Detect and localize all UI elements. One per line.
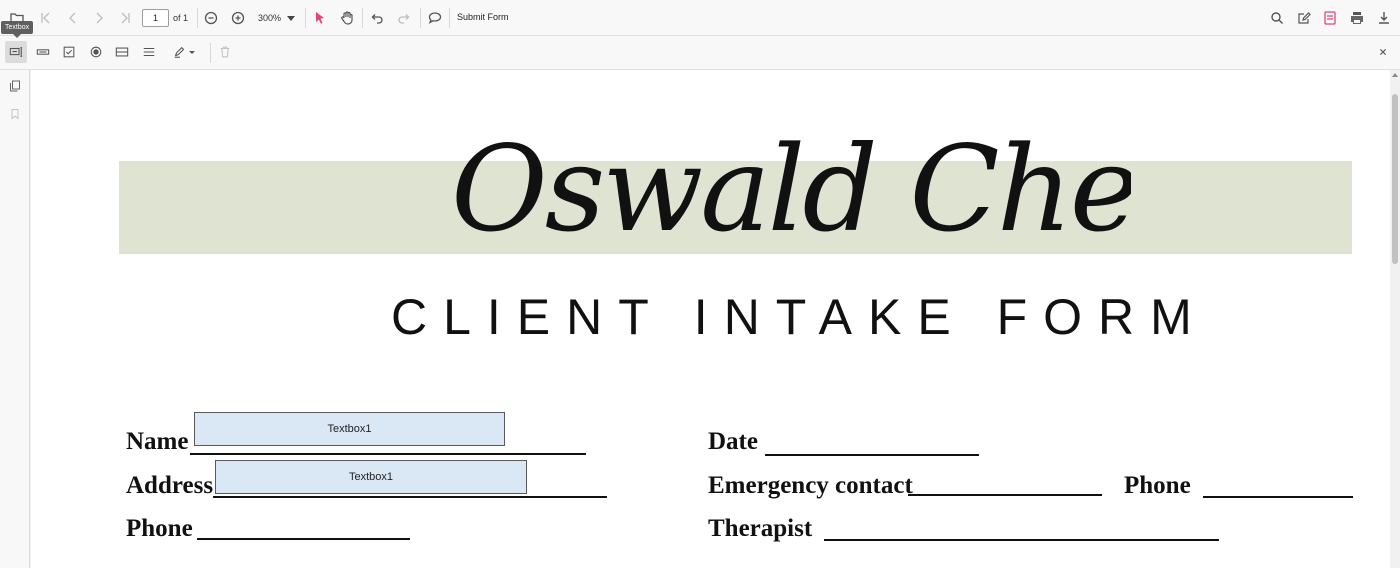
phone-right-underline <box>1203 496 1353 498</box>
emergency-contact-underline <box>908 494 1102 496</box>
vertical-scrollbar[interactable] <box>1390 70 1400 568</box>
phone-right-label: Phone <box>1124 472 1191 499</box>
date-label: Date <box>708 428 758 455</box>
comment-icon[interactable] <box>424 7 446 29</box>
form-designer-icon[interactable] <box>1319 7 1341 29</box>
next-page-icon[interactable] <box>88 7 110 29</box>
address-textbox[interactable]: Textbox1 <box>215 460 527 494</box>
redo-icon[interactable] <box>393 7 415 29</box>
signature-field-dropdown[interactable] <box>170 41 198 63</box>
list-box-field-icon[interactable] <box>138 41 160 63</box>
radio-button-field-icon[interactable] <box>85 41 107 63</box>
delete-icon[interactable] <box>214 41 236 63</box>
name-textbox[interactable]: Textbox1 <box>194 412 505 446</box>
zoom-out-icon[interactable] <box>200 7 222 29</box>
zoom-value: 300% <box>258 13 282 23</box>
phone-left-underline <box>197 538 410 540</box>
selection-tool-icon[interactable] <box>309 7 331 29</box>
therapist-underline <box>824 539 1219 541</box>
signature-pen-icon <box>174 46 185 58</box>
name-label: Name <box>126 428 189 455</box>
name-underline <box>190 453 586 455</box>
address-label: Address <box>126 472 214 499</box>
textbox-tooltip: Textbox <box>1 21 34 38</box>
signature-name-graphic: Oswald Chen <box>451 120 1131 258</box>
undo-icon[interactable] <box>366 7 388 29</box>
scroll-up-arrow-icon[interactable] <box>1392 73 1398 77</box>
edit-annotation-icon[interactable] <box>1293 7 1315 29</box>
form-title: CLIENT INTAKE FORM <box>391 289 1208 345</box>
chevron-down-icon <box>189 50 195 54</box>
toolbar-divider <box>197 8 198 28</box>
toolbar-divider <box>362 8 363 28</box>
document-viewer[interactable]: Oswald Chen CLIENT INTAKE FORM Name Text… <box>31 70 1390 568</box>
page-count-label: of 1 <box>173 13 189 23</box>
download-icon[interactable] <box>1373 7 1395 29</box>
emergency-contact-label: Emergency contact <box>708 472 913 499</box>
pan-tool-icon[interactable] <box>336 7 358 29</box>
phone-left-label: Phone <box>126 515 193 542</box>
last-page-icon[interactable] <box>114 7 136 29</box>
first-page-icon[interactable] <box>35 7 57 29</box>
close-icon[interactable] <box>1372 41 1394 63</box>
toolbar-divider <box>305 8 306 28</box>
pdf-viewer-app: of 1 300% Submit Form <box>0 0 1400 568</box>
dropdown-field-icon[interactable] <box>111 41 133 63</box>
zoom-dropdown[interactable]: 300% <box>258 11 296 25</box>
bookmarks-icon[interactable] <box>6 105 24 123</box>
toolbar-divider <box>420 8 421 28</box>
page-thumbnails-icon[interactable] <box>6 77 24 95</box>
address-underline <box>213 496 607 498</box>
toolbar-divider <box>210 43 211 63</box>
previous-page-icon[interactable] <box>62 7 84 29</box>
print-icon[interactable] <box>1346 7 1368 29</box>
signature-name-text: Oswald Chen <box>451 120 1131 258</box>
submit-form-button[interactable]: Submit Form <box>454 11 512 23</box>
main-toolbar: of 1 300% Submit Form <box>0 0 1400 36</box>
zoom-in-icon[interactable] <box>227 7 249 29</box>
chevron-down-icon <box>287 15 296 21</box>
date-underline <box>765 454 979 456</box>
toolbar-divider <box>449 8 450 28</box>
page-number-input[interactable] <box>142 9 169 27</box>
search-icon[interactable] <box>1266 7 1288 29</box>
scrollbar-thumb[interactable] <box>1392 94 1398 264</box>
textbox-field-icon[interactable] <box>5 41 27 63</box>
password-field-icon[interactable] <box>32 41 54 63</box>
therapist-label: Therapist <box>708 515 813 542</box>
checkbox-field-icon[interactable] <box>58 41 80 63</box>
form-designer-toolbar <box>0 36 1400 70</box>
left-sidebar <box>0 70 30 568</box>
